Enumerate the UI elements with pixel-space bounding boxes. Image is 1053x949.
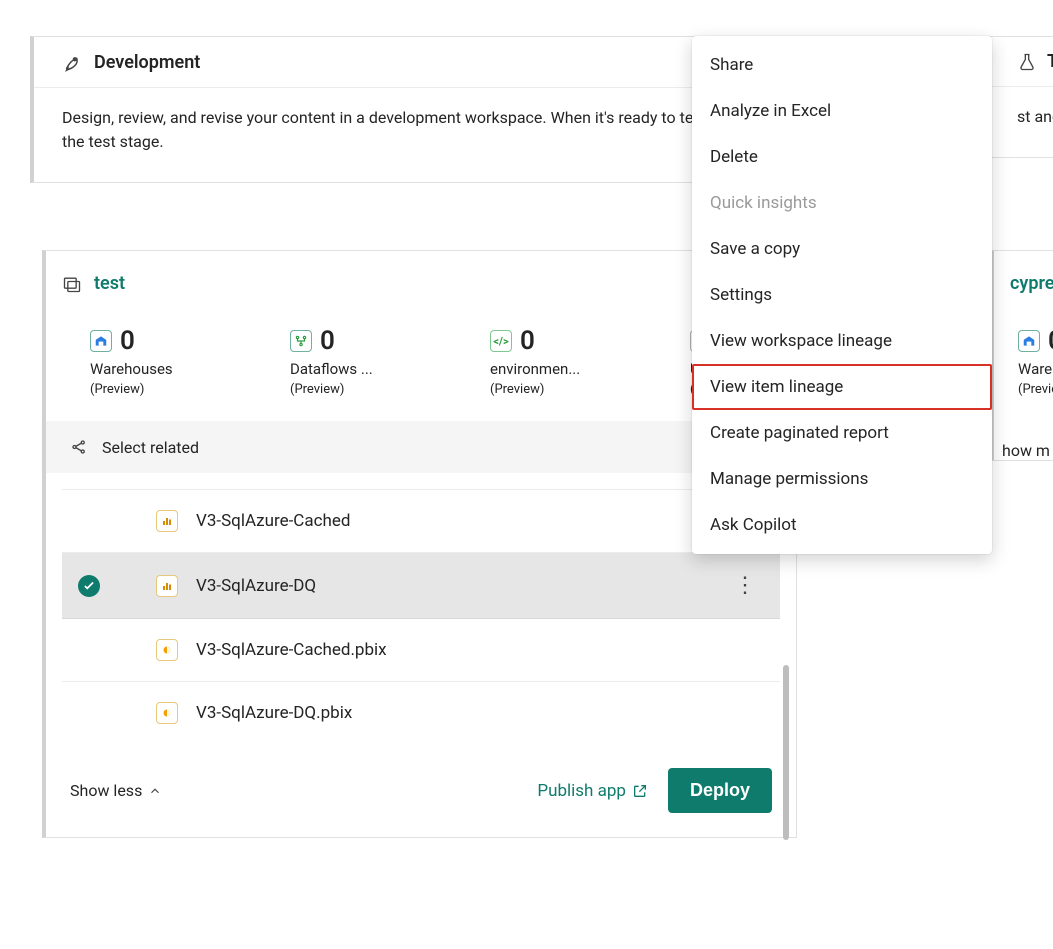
menu-item-analyze-excel[interactable]: Analyze in Excel [692,88,992,134]
more-options-button[interactable]: ⋮ [726,573,764,598]
workspace-name[interactable]: test [94,273,125,294]
list-item[interactable]: V3-SqlAzure-Cached.pbix [62,619,780,682]
pbix-icon [156,702,178,724]
workspace-card-test: test 0 Warehouses (Preview) 0 Dataflows … [42,250,797,838]
metric-label: environmen... [490,360,630,378]
item-name: V3-SqlAzure-DQ.pbix [196,703,352,723]
metric-warehouses: 0 Wareh (Previe [1018,326,1053,397]
item-name: V3-SqlAzure-Cached [196,511,350,531]
metric-preview: (Preview) [290,382,430,397]
share-nodes-icon [70,438,88,456]
test-stage-header: Test [989,37,1053,87]
metric-environments: </> 0 environmen... (Preview) [490,326,630,397]
test-stage-card: Test st and verify deploy the [985,36,1053,158]
metric-warehouses: 0 Warehouses (Preview) [90,326,230,397]
list-item[interactable] [62,473,780,490]
checkmark-icon[interactable] [78,575,100,597]
metric-value: 0 [320,326,335,356]
list-item[interactable]: V3-SqlAzure-DQ.pbix [62,682,780,744]
development-stage-title: Development [94,52,200,73]
menu-item-quick-insights: Quick insights [692,180,992,226]
metric-preview: (Preview) [90,382,230,397]
chevron-up-icon [148,784,162,798]
pbix-icon [156,639,178,661]
menu-item-settings[interactable]: Settings [692,272,992,318]
metric-value: 0 [120,326,135,356]
publish-app-link[interactable]: Publish app [537,781,648,801]
items-list: V3-SqlAzure-Cached V3-SqlAzure-DQ ⋮ V3-S… [46,473,796,744]
workspace-card-cypress: cypres 0 Wareh (Previe how m [990,250,1053,461]
metric-value: 0 [520,326,535,356]
metric-preview: (Previe [1018,382,1053,397]
workspace-name[interactable]: cypres [1010,273,1053,294]
warehouse-icon [90,330,112,352]
list-item[interactable]: V3-SqlAzure-Cached [62,490,780,553]
show-less-label: Show less [70,781,142,800]
environment-icon: </> [490,330,512,352]
workspace-header: cypres [994,251,1053,302]
metric-label: Dataflows ... [290,360,430,378]
context-menu: Share Analyze in Excel Delete Quick insi… [692,36,992,554]
report-icon [156,575,178,597]
menu-item-view-workspace-lineage[interactable]: View workspace lineage [692,318,992,364]
metric-value: 0 [1048,326,1053,356]
menu-item-delete[interactable]: Delete [692,134,992,180]
metrics-row: 0 Warehouses (Preview) 0 Dataflows ... (… [46,302,796,421]
menu-item-ask-copilot[interactable]: Ask Copilot [692,502,992,548]
item-name: V3-SqlAzure-DQ [196,576,316,596]
deploy-button[interactable]: Deploy [668,768,772,813]
metric-label: Warehouses [90,360,230,378]
metrics-row: 0 Wareh (Previe [994,302,1053,421]
menu-item-create-paginated-report[interactable]: Create paginated report [692,410,992,456]
metric-preview: (Preview) [490,382,630,397]
menu-item-share[interactable]: Share [692,42,992,88]
menu-item-view-item-lineage[interactable]: View item lineage [692,364,992,410]
show-less-toggle[interactable]: Show less [70,781,162,800]
test-stage-title: Test [1047,51,1053,72]
select-related-bar: Select related ✕ 1 s [46,421,796,473]
workspace-footer: Show less Publish app Deploy [46,744,796,837]
dataflow-icon [290,330,312,352]
workspace-header: test [46,251,796,302]
publish-app-label: Publish app [537,781,626,801]
warehouse-icon [1018,330,1040,352]
menu-item-save-copy[interactable]: Save a copy [692,226,992,272]
rocket-icon [62,51,84,73]
report-icon [156,510,178,532]
metric-dataflows: 0 Dataflows ... (Preview) [290,326,430,397]
show-more-toggle[interactable]: how m [994,421,1053,460]
external-link-icon [632,783,648,799]
scrollbar[interactable] [783,665,789,840]
test-stage-description: st and verify deploy the [989,87,1053,157]
list-item[interactable]: V3-SqlAzure-DQ ⋮ [62,553,780,619]
item-name: V3-SqlAzure-Cached.pbix [196,640,387,660]
flask-icon [1017,52,1037,72]
menu-item-manage-permissions[interactable]: Manage permissions [692,456,992,502]
metric-label: Wareh [1018,360,1053,378]
workspace-icon [62,274,82,294]
select-related-label[interactable]: Select related [102,438,199,457]
